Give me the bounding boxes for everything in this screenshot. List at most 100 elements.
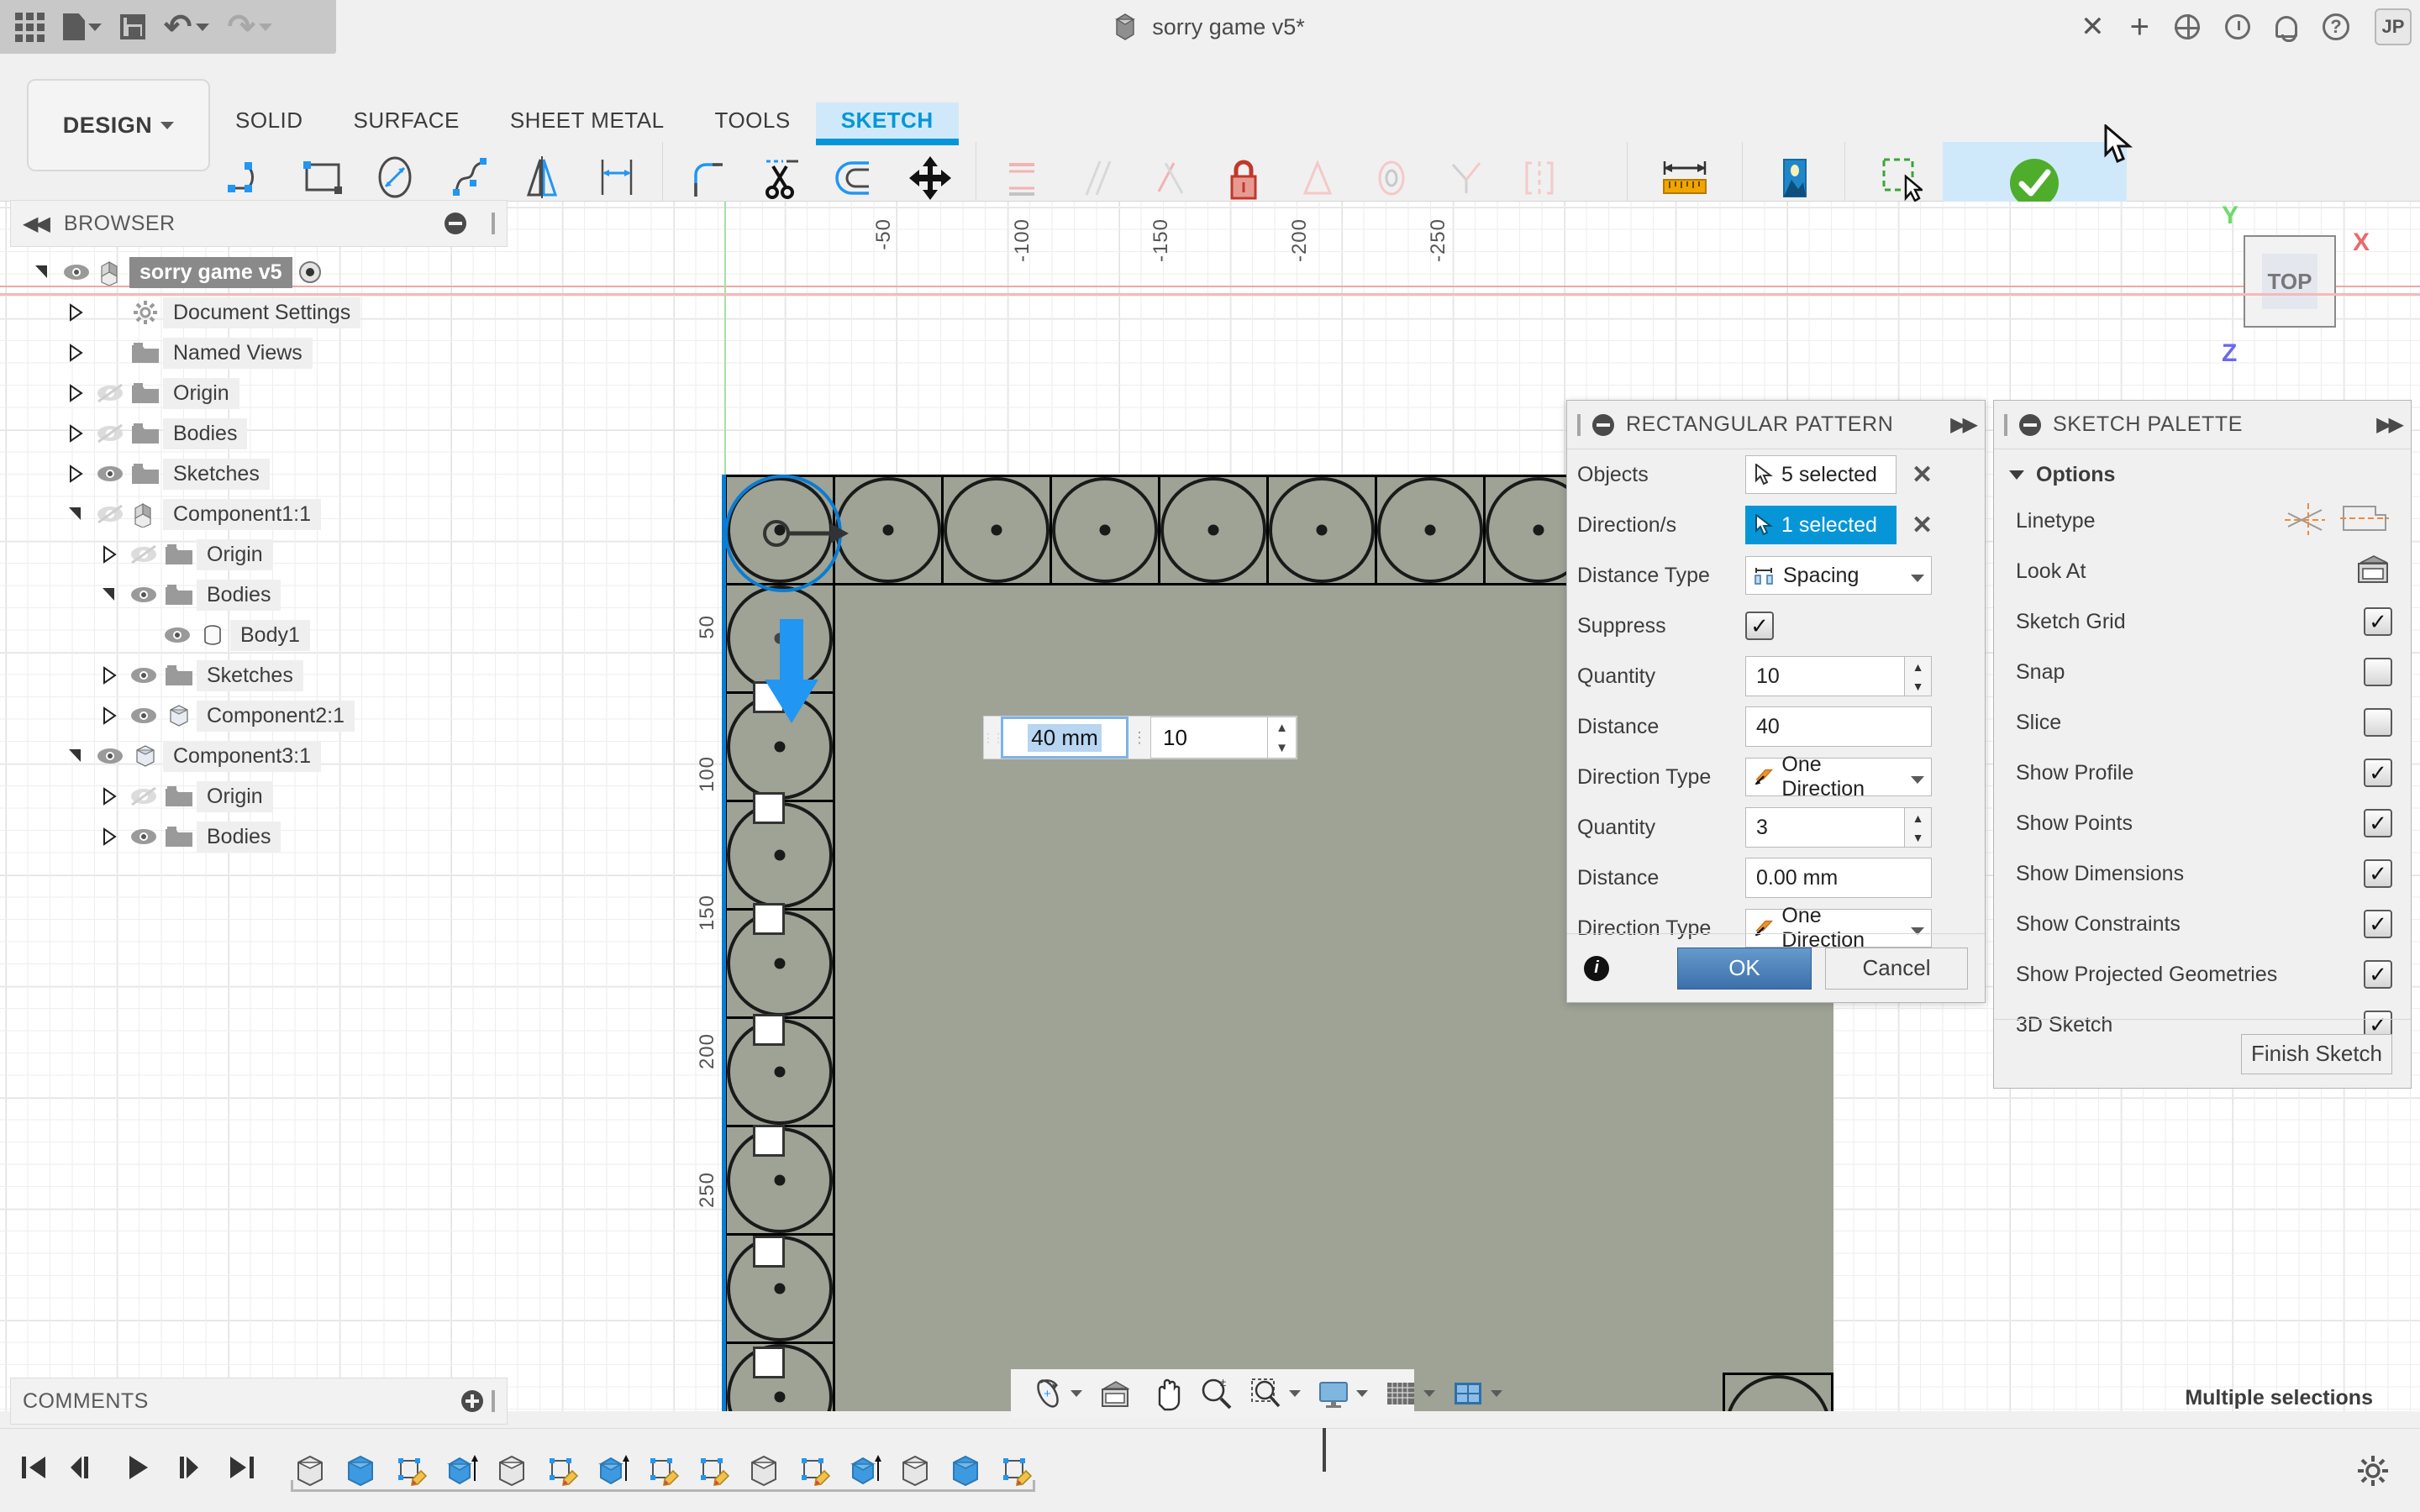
palette-minimize-icon[interactable] [2019, 413, 2041, 436]
linetype-icons[interactable] [2283, 501, 2392, 541]
visibility-eye-off-icon[interactable] [92, 421, 128, 446]
palette-checkbox[interactable]: ✓ [2364, 960, 2392, 989]
dialog-expand-icon[interactable]: ▶▶ [1950, 412, 1978, 437]
tab-solid[interactable]: SOLID [210, 102, 329, 142]
palette-drag-grip[interactable] [2004, 413, 2007, 436]
more-options-icon[interactable]: ⋮ [1128, 717, 1150, 759]
browser-tree-row[interactable]: Origin [10, 373, 508, 413]
browser-tree-row[interactable]: Sketches [10, 655, 508, 696]
visibility-eye-on-icon[interactable] [92, 461, 128, 486]
browser-tree-row[interactable]: Body1 [10, 615, 508, 655]
comments-add-icon[interactable] [461, 1390, 483, 1412]
palette-checkbox[interactable]: ✓ [2364, 607, 2392, 636]
quantity-2-stepper[interactable]: ▲ ▼ [1905, 807, 1932, 848]
new-document-icon[interactable] [63, 13, 102, 40]
browser-tree-row[interactable]: Bodies [10, 413, 508, 454]
browser-tree-row[interactable]: Bodies [10, 816, 508, 857]
distance-input[interactable]: 40 mm [1001, 717, 1128, 759]
grid-snaps-icon[interactable] [1376, 1369, 1443, 1418]
expand-triangle-open-icon[interactable] [92, 585, 126, 605]
notifications-bell-icon[interactable] [2275, 16, 2297, 42]
globe-icon[interactable] [2175, 14, 2200, 39]
quantity-1-input[interactable]: 10 [1745, 656, 1905, 696]
history-icon[interactable] [2225, 14, 2250, 39]
look-at-icon[interactable] [1090, 1369, 1140, 1418]
timeline-marker[interactable] [1323, 1428, 1326, 1472]
browser-tree-row[interactable]: Sketches [10, 454, 508, 494]
timeline-last-icon[interactable] [227, 1453, 257, 1488]
activate-component-radio[interactable] [292, 260, 328, 285]
palette-options-section[interactable]: Options [1994, 449, 2411, 496]
objects-select-field[interactable]: 5 selected [1745, 455, 1897, 494]
browser-tree-row[interactable]: Named Views [10, 333, 508, 373]
redo-icon[interactable]: ↷ [228, 10, 273, 44]
board-cell[interactable] [1158, 475, 1269, 585]
browser-tree-row[interactable]: Bodies [10, 575, 508, 615]
expand-triangle-closed-icon[interactable] [92, 706, 126, 726]
dialog-drag-grip[interactable] [1577, 413, 1581, 436]
distance-2-input[interactable]: 0.00 mm [1745, 858, 1932, 898]
clear-objects-icon[interactable]: ✕ [1912, 460, 1933, 490]
rectangular-pattern-dialog[interactable]: RECTANGULAR PATTERN ▶▶ Objects 5 selecte… [1566, 400, 1986, 1003]
look-at-icon[interactable] [2354, 552, 2392, 591]
orbit-icon[interactable]: + [1023, 1369, 1090, 1418]
view-cube[interactable]: TOP X Y Z [2222, 202, 2370, 367]
expand-triangle-closed-icon[interactable] [92, 827, 126, 847]
quantity-1-stepper[interactable]: ▲ ▼ [1905, 656, 1932, 696]
palette-checkbox[interactable]: ✓ [2364, 910, 2392, 938]
board-cell[interactable] [1723, 1373, 1833, 1411]
direction-arrow-icon[interactable] [758, 619, 825, 728]
palette-expand-icon[interactable]: ▶▶ [2376, 412, 2404, 437]
visibility-eye-off-icon[interactable] [92, 381, 128, 406]
clear-directions-icon[interactable]: ✕ [1912, 511, 1933, 540]
browser-tree-row[interactable]: Component3:1 [10, 736, 508, 776]
browser-tree-row[interactable]: Origin [10, 534, 508, 575]
expand-triangle-closed-icon[interactable] [92, 786, 126, 806]
app-grid-icon[interactable] [15, 12, 45, 42]
ok-button[interactable]: OK [1677, 947, 1812, 990]
timeline-prev-icon[interactable] [71, 1453, 101, 1488]
timeline-settings-gear-icon[interactable] [2356, 1454, 2390, 1494]
tab-sheet-metal[interactable]: SHEET METAL [485, 102, 690, 142]
quantity-stepper[interactable]: ▲ ▼ [1268, 717, 1297, 759]
display-settings-icon[interactable] [1308, 1369, 1376, 1418]
visibility-eye-on-icon[interactable] [126, 703, 161, 728]
browser-tree-row[interactable]: Document Settings [10, 292, 508, 333]
browser-tree-row[interactable]: Origin [10, 776, 508, 816]
view-cube-face-top[interactable]: TOP [2244, 235, 2336, 328]
expand-triangle-closed-icon[interactable] [59, 423, 92, 444]
visibility-eye-on-icon[interactable] [126, 582, 161, 607]
info-icon[interactable]: i [1584, 955, 1609, 981]
palette-checkbox[interactable]: ✓ [2364, 759, 2392, 787]
close-icon[interactable]: ✕ [2081, 13, 2105, 41]
distance-type-dropdown[interactable]: Spacing [1745, 556, 1932, 595]
visibility-eye-off-icon[interactable] [92, 501, 128, 527]
suppress-checkbox[interactable]: ✓ [1745, 612, 1774, 640]
avatar[interactable]: JP [2375, 8, 2412, 45]
inline-dimension-editor[interactable]: 40 mm ⋮ 10 ▲▼ [983, 716, 1297, 759]
browser-resize-grip[interactable] [492, 213, 495, 234]
board-cell[interactable] [1266, 475, 1377, 585]
expand-triangle-open-icon[interactable] [59, 746, 92, 766]
palette-checkbox[interactable]: ✓ [2364, 859, 2392, 888]
visibility-eye-on-icon[interactable] [126, 824, 161, 849]
expand-triangle-open-icon[interactable] [59, 504, 92, 524]
undo-icon[interactable]: ↶ [164, 10, 209, 44]
timeline-first-icon[interactable] [18, 1453, 49, 1488]
timeline-play-icon[interactable] [123, 1453, 153, 1488]
quantity-input[interactable]: 10 [1150, 717, 1268, 759]
directions-select-field[interactable]: 1 selected [1745, 506, 1897, 544]
board-cell[interactable] [1050, 475, 1160, 585]
visibility-eye-on-icon[interactable] [92, 743, 128, 769]
expand-triangle-open-icon[interactable] [25, 262, 59, 282]
palette-checkbox[interactable] [2364, 708, 2392, 737]
palette-checkbox[interactable] [2364, 658, 2392, 686]
visibility-eye-on-icon[interactable] [59, 260, 94, 285]
visibility-eye-off-icon[interactable] [126, 542, 161, 567]
direction-type-1-dropdown[interactable]: One Direction [1745, 753, 1932, 801]
board-cell[interactable] [941, 475, 1052, 585]
comments-resize-grip[interactable] [492, 1390, 495, 1412]
tab-tools[interactable]: TOOLS [690, 102, 816, 142]
timeline-next-icon[interactable] [175, 1453, 205, 1488]
browser-tree-row[interactable]: Component2:1 [10, 696, 508, 736]
